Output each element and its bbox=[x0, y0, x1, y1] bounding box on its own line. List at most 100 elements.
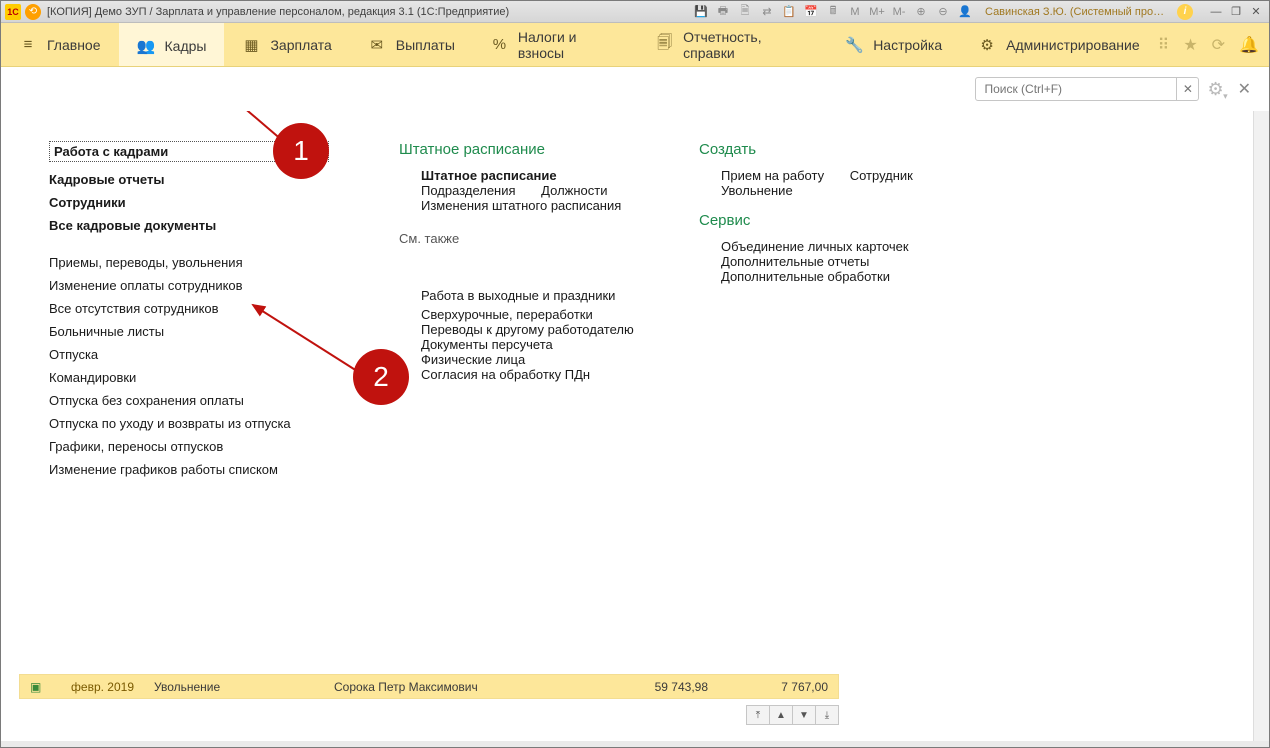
group-staffing-title: Штатное расписание bbox=[399, 141, 629, 158]
link-vse-kadrovye-dokumenty[interactable]: Все кадровые документы bbox=[49, 214, 329, 237]
search-box[interactable]: ✕ bbox=[975, 77, 1199, 101]
tab-zarplata-label: Зарплата bbox=[270, 37, 331, 53]
close-button[interactable]: ✕ bbox=[1247, 5, 1265, 19]
link-priemy-perevody-uvolneniya[interactable]: Приемы, переводы, увольнения bbox=[49, 251, 329, 274]
clipboard-icon[interactable]: 📋 bbox=[781, 5, 797, 18]
minimize-button[interactable]: — bbox=[1207, 5, 1225, 19]
calc-icon[interactable]: 🖩 bbox=[825, 2, 841, 21]
tab-kadry[interactable]: 👥 Кадры bbox=[119, 23, 225, 66]
percent-icon: % bbox=[491, 36, 508, 53]
toolbar-right-icons: ⠿ ★ ⟳ 🔔 bbox=[1158, 23, 1269, 66]
user-icon[interactable]: 👤 bbox=[957, 5, 973, 18]
zoom-out-icon[interactable]: ⊖ bbox=[935, 5, 951, 18]
tab-main-label: Главное bbox=[47, 37, 101, 53]
tab-reports-label: Отчетность, справки bbox=[683, 29, 809, 61]
compare-icon[interactable]: ⇄ bbox=[759, 5, 775, 18]
wrench-icon: 🔧 bbox=[845, 36, 863, 54]
app-logo-icon: 1C bbox=[5, 4, 21, 20]
tab-nalogi-label: Налоги и взносы bbox=[518, 29, 620, 61]
mem-m[interactable]: M bbox=[847, 6, 863, 18]
scrollbar-vertical[interactable] bbox=[1253, 111, 1269, 741]
group-service-title: Сервис bbox=[699, 212, 919, 229]
window-title: [КОПИЯ] Демо ЗУП / Зарплата и управление… bbox=[47, 6, 509, 18]
col-hr-work: Работа с кадрами Кадровые отчеты Сотрудн… bbox=[49, 141, 329, 481]
nav-up-button[interactable]: ▲ bbox=[769, 705, 793, 725]
tab-settings-label: Настройка bbox=[873, 37, 942, 53]
link-izmenenie-oplaty[interactable]: Изменение оплаты сотрудников bbox=[49, 274, 329, 297]
search-input[interactable] bbox=[976, 78, 1176, 100]
row-status-icon: ▣ bbox=[20, 680, 44, 694]
col-staffing: Штатное расписание Штатное расписание По… bbox=[399, 141, 629, 481]
content-area: Работа с кадрами Кадровые отчеты Сотрудн… bbox=[1, 111, 1269, 741]
statusbar bbox=[1, 741, 1269, 747]
list-row-selected[interactable]: ▣ февр. 2019 Увольнение Сорока Петр Макс… bbox=[19, 674, 839, 699]
link-sotrudniki[interactable]: Сотрудники bbox=[49, 191, 329, 214]
tab-main[interactable]: ≡ Главное bbox=[1, 23, 119, 66]
report-icon: 🗐 bbox=[656, 32, 673, 57]
titlebar-tool-icons: 💾 🖶 🗎 ⇄ 📋 📅 🖩 M M+ M- ⊕ ⊖ 👤 Савинская З.… bbox=[693, 2, 1265, 21]
zoom-in-icon[interactable]: ⊕ bbox=[913, 5, 929, 18]
tab-nalogi[interactable]: % Налоги и взносы bbox=[473, 23, 638, 66]
people-icon: 👥 bbox=[137, 37, 155, 55]
row-amount-1: 59 743,98 bbox=[598, 680, 718, 694]
wallet-icon: ✉ bbox=[368, 36, 386, 54]
row-date: февр. 2019 bbox=[44, 680, 144, 694]
row-amount-2: 7 767,00 bbox=[718, 680, 838, 694]
callout-1-label: 1 bbox=[293, 135, 309, 167]
callout-2-label: 2 bbox=[373, 361, 389, 393]
link-dop-obrabotki[interactable]: Дополнительные обработки bbox=[699, 265, 890, 288]
link-vse-otsutstviya[interactable]: Все отсутствия сотрудников bbox=[49, 297, 329, 320]
nav-first-button[interactable]: ⤒ bbox=[746, 705, 770, 725]
mem-mplus[interactable]: M+ bbox=[869, 6, 885, 18]
callout-2: 2 bbox=[353, 349, 409, 405]
mem-mminus[interactable]: M- bbox=[891, 6, 907, 18]
titlebar: 1C ⟲ [КОПИЯ] Демо ЗУП / Зарплата и управ… bbox=[1, 1, 1269, 23]
menu-icon: ≡ bbox=[19, 36, 37, 53]
calendar-icon[interactable]: 📅 bbox=[803, 5, 819, 18]
row-type: Увольнение bbox=[144, 680, 324, 694]
apps-icon[interactable]: ⠿ bbox=[1158, 35, 1170, 55]
link-soglasiya-pdn[interactable]: Согласия на обработку ПДн bbox=[399, 363, 590, 386]
gear-icon: ⚙ bbox=[978, 36, 996, 54]
tab-reports[interactable]: 🗐 Отчетность, справки bbox=[638, 23, 827, 66]
tab-vyplaty[interactable]: ✉ Выплаты bbox=[350, 23, 473, 66]
search-clear-icon[interactable]: ✕ bbox=[1176, 78, 1198, 100]
callout-1: 1 bbox=[273, 123, 329, 179]
nav-down-button[interactable]: ▼ bbox=[792, 705, 816, 725]
current-user[interactable]: Савинская З.Ю. (Системный прог… bbox=[985, 6, 1165, 18]
see-also-title: См. также bbox=[399, 231, 629, 246]
link-otpuska-po-uhodu[interactable]: Отпуска по уходу и возвраты из отпуска bbox=[49, 412, 329, 435]
nav-last-button[interactable]: ⤓ bbox=[815, 705, 839, 725]
tab-vyplaty-label: Выплаты bbox=[396, 37, 455, 53]
history-icon[interactable]: ⟳ bbox=[1212, 35, 1225, 55]
print-icon[interactable]: 🖶 bbox=[715, 2, 731, 21]
page-close-icon[interactable]: ✕ bbox=[1238, 79, 1251, 99]
list-nav-buttons: ⤒ ▲ ▼ ⤓ bbox=[747, 705, 839, 725]
tab-kadry-label: Кадры bbox=[165, 38, 207, 54]
doc-icon[interactable]: 🗎 bbox=[737, 2, 753, 21]
section-toolbar: ≡ Главное 👥 Кадры ▦ Зарплата ✉ Выплаты %… bbox=[1, 23, 1269, 67]
link-otpuska[interactable]: Отпуска bbox=[49, 343, 329, 366]
sub-toolbar: ✕ ⚙▾ ✕ bbox=[1, 67, 1269, 111]
tab-settings[interactable]: 🔧 Настройка bbox=[827, 23, 960, 66]
col-create-service: Создать Прием на работу Сотрудник Увольн… bbox=[699, 141, 919, 481]
tab-admin-label: Администрирование bbox=[1006, 37, 1140, 53]
link-izmenenie-grafikov[interactable]: Изменение графиков работы списком bbox=[49, 458, 329, 481]
page-settings-icon[interactable]: ⚙▾ bbox=[1207, 79, 1223, 100]
save-icon[interactable]: 💾 bbox=[693, 5, 709, 18]
restore-button[interactable]: ❐ bbox=[1227, 5, 1245, 19]
group-create-title: Создать bbox=[699, 141, 919, 158]
link-komandirovki[interactable]: Командировки bbox=[49, 366, 329, 389]
bell-icon[interactable]: 🔔 bbox=[1239, 35, 1259, 55]
tab-admin[interactable]: ⚙ Администрирование bbox=[960, 23, 1158, 66]
table-icon: ▦ bbox=[242, 36, 260, 54]
tab-zarplata[interactable]: ▦ Зарплата bbox=[224, 23, 349, 66]
back-round-icon[interactable]: ⟲ bbox=[25, 4, 41, 20]
link-otpuska-bez-oplaty[interactable]: Отпуска без сохранения оплаты bbox=[49, 389, 329, 412]
info-icon[interactable]: i bbox=[1177, 4, 1193, 20]
star-icon[interactable]: ★ bbox=[1183, 35, 1197, 55]
link-sotrudnik[interactable]: Сотрудник bbox=[828, 164, 913, 187]
link-bolnichnye[interactable]: Больничные листы bbox=[49, 320, 329, 343]
window-controls: — ❐ ✕ bbox=[1207, 5, 1265, 19]
link-grafiki-perenosy[interactable]: Графики, переносы отпусков bbox=[49, 435, 329, 458]
